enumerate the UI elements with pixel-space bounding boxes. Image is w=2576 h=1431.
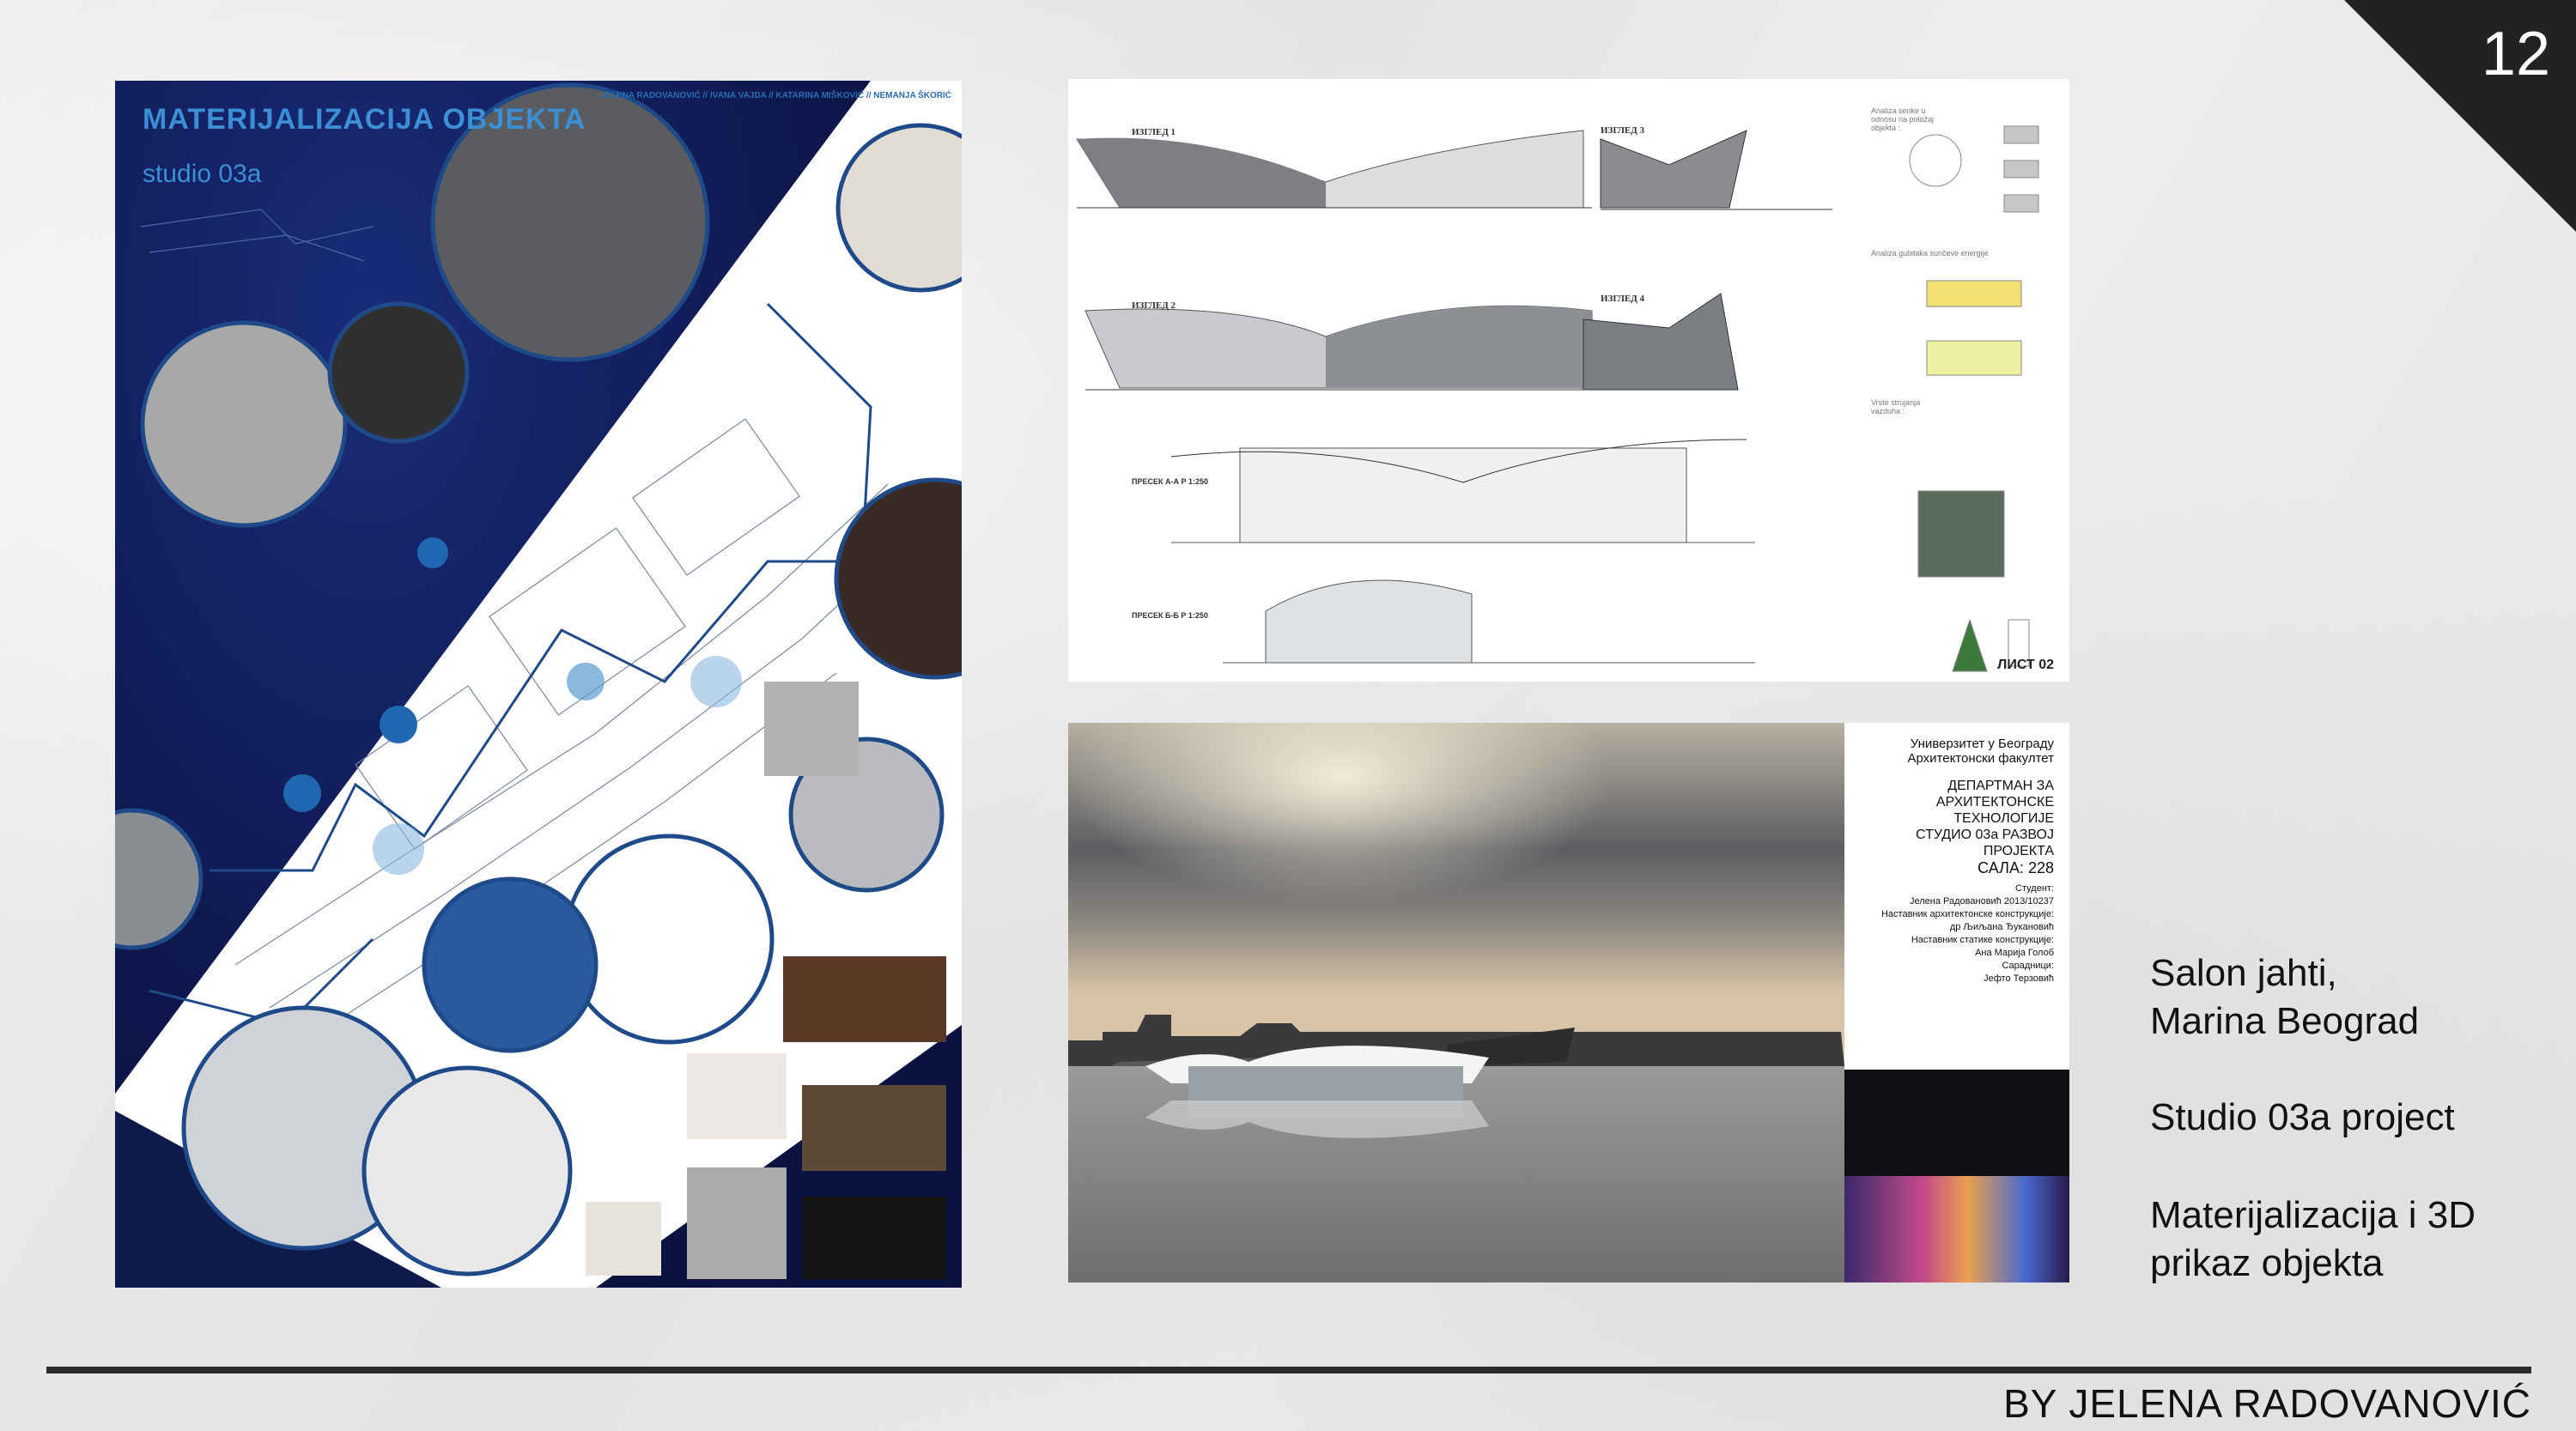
- teacher2-label: Наставник статике конструкције:: [1911, 935, 2054, 945]
- material-swatch: [586, 1202, 661, 1276]
- description-line3: Studio 03a project: [2150, 1096, 2455, 1138]
- poster-title: MATERIJALIZACIJA OBJEKTA: [143, 103, 586, 136]
- department-line3: СТУДИО 03а РАЗВОЈ ПРОЈЕКТА: [1916, 828, 2054, 858]
- sheet-label: ЛИСТ 02: [1997, 658, 2054, 672]
- footer-rule: [46, 1367, 2531, 1373]
- room-number: САЛА: 228: [1978, 859, 2054, 876]
- night-render-thumbnail: [1844, 1070, 2069, 1176]
- plan-marker: [417, 537, 448, 568]
- poster-subtitle: studio 03a: [143, 160, 262, 188]
- material-swatch: [802, 1085, 946, 1171]
- solar-analysis-label: Analiza gubitaka sunčeve energije: [1871, 249, 1989, 258]
- shadow-analysis-label: Analiza senke u odnosu na položaj objekt…: [1871, 106, 1935, 132]
- elevation-2-label: ИЗГЛЕД 2: [1132, 300, 1176, 311]
- teacher1-label: Наставник архитектонске конструкције:: [1880, 909, 2054, 919]
- description-line1: Salon jahti,: [2150, 952, 2337, 994]
- color-render-thumbnail: [1844, 1176, 2069, 1282]
- student-label: Студент:: [2015, 883, 2054, 894]
- department-line2: АРХИТЕКТОНСКЕ ТЕХНОЛОГИЈЕ: [1935, 795, 2054, 826]
- description-line5: prikaz objekta: [2150, 1242, 2384, 1284]
- description-line2: Marina Beograd: [2150, 1000, 2420, 1042]
- material-swatch: [687, 1167, 787, 1279]
- assistant-label: Сарадници:: [2002, 961, 2054, 971]
- description-line4: Materijalizacija i 3D: [2150, 1194, 2476, 1236]
- student-name: Јелена Радовановић 2013/10237: [1910, 896, 2054, 907]
- poster-artwork: [115, 81, 962, 1288]
- plan-marker: [373, 823, 424, 875]
- detail-sketch: [140, 209, 374, 262]
- project-info-panel: Универзитет у Београду Архитектонски фак…: [1844, 723, 2069, 1070]
- page-number: 12: [2481, 20, 2550, 88]
- university-name: Универзитет у Београду: [1910, 737, 2054, 751]
- poster-authors: JELENA RADOVANOVIĆ // IVANA VAJDA // KAT…: [600, 91, 951, 100]
- plan-marker: [380, 706, 417, 743]
- poster-elevations: ИЗГЛЕД 1 ИЗГЛЕД 3 ИЗГЛЕД 2 ИЗГЛЕД 4 ПРЕС…: [1068, 79, 2069, 682]
- material-swatch: [764, 682, 859, 776]
- elevation-drawings: [1076, 125, 2039, 672]
- teacher1-name: др Љиљана Ђукановић: [1949, 922, 2054, 932]
- author-byline: BY JELENA RADOVANOVIĆ: [2003, 1381, 2531, 1426]
- plan-marker: [690, 656, 742, 707]
- plan-marker: [283, 774, 321, 812]
- elevation-4-label: ИЗГЛЕД 4: [1601, 294, 1645, 304]
- elevation-1-label: ИЗГЛЕД 1: [1132, 127, 1176, 137]
- department-line1: ДЕПАРТМАН ЗА: [1947, 779, 2054, 793]
- section-b-label: ПРЕСЕК Б-Б Р 1:250: [1132, 611, 1208, 620]
- material-swatch: [783, 956, 946, 1042]
- render-image: [1068, 723, 1844, 1282]
- material-swatch: [687, 1053, 787, 1139]
- section-a-label: ПРЕСЕК А-А Р 1:250: [1132, 477, 1208, 486]
- plan-marker: [567, 663, 605, 700]
- airflow-analysis-label: Vrste strujanja vazduha :: [1871, 398, 1921, 415]
- material-swatch: [802, 1197, 946, 1279]
- assistant-name: Јефто Терзовић: [1984, 973, 2054, 984]
- teacher2-name: Ана Марија Голоб: [1975, 948, 2054, 958]
- faculty-name: Архитектонски факултет: [1907, 751, 2054, 766]
- poster-materialization: MATERIJALIZACIJA OBJEKTA studio 03a JELE…: [115, 81, 962, 1288]
- elevation-3-label: ИЗГЛЕД 3: [1601, 125, 1645, 136]
- poster-render: Универзитет у Београду Архитектонски фак…: [1068, 723, 2069, 1282]
